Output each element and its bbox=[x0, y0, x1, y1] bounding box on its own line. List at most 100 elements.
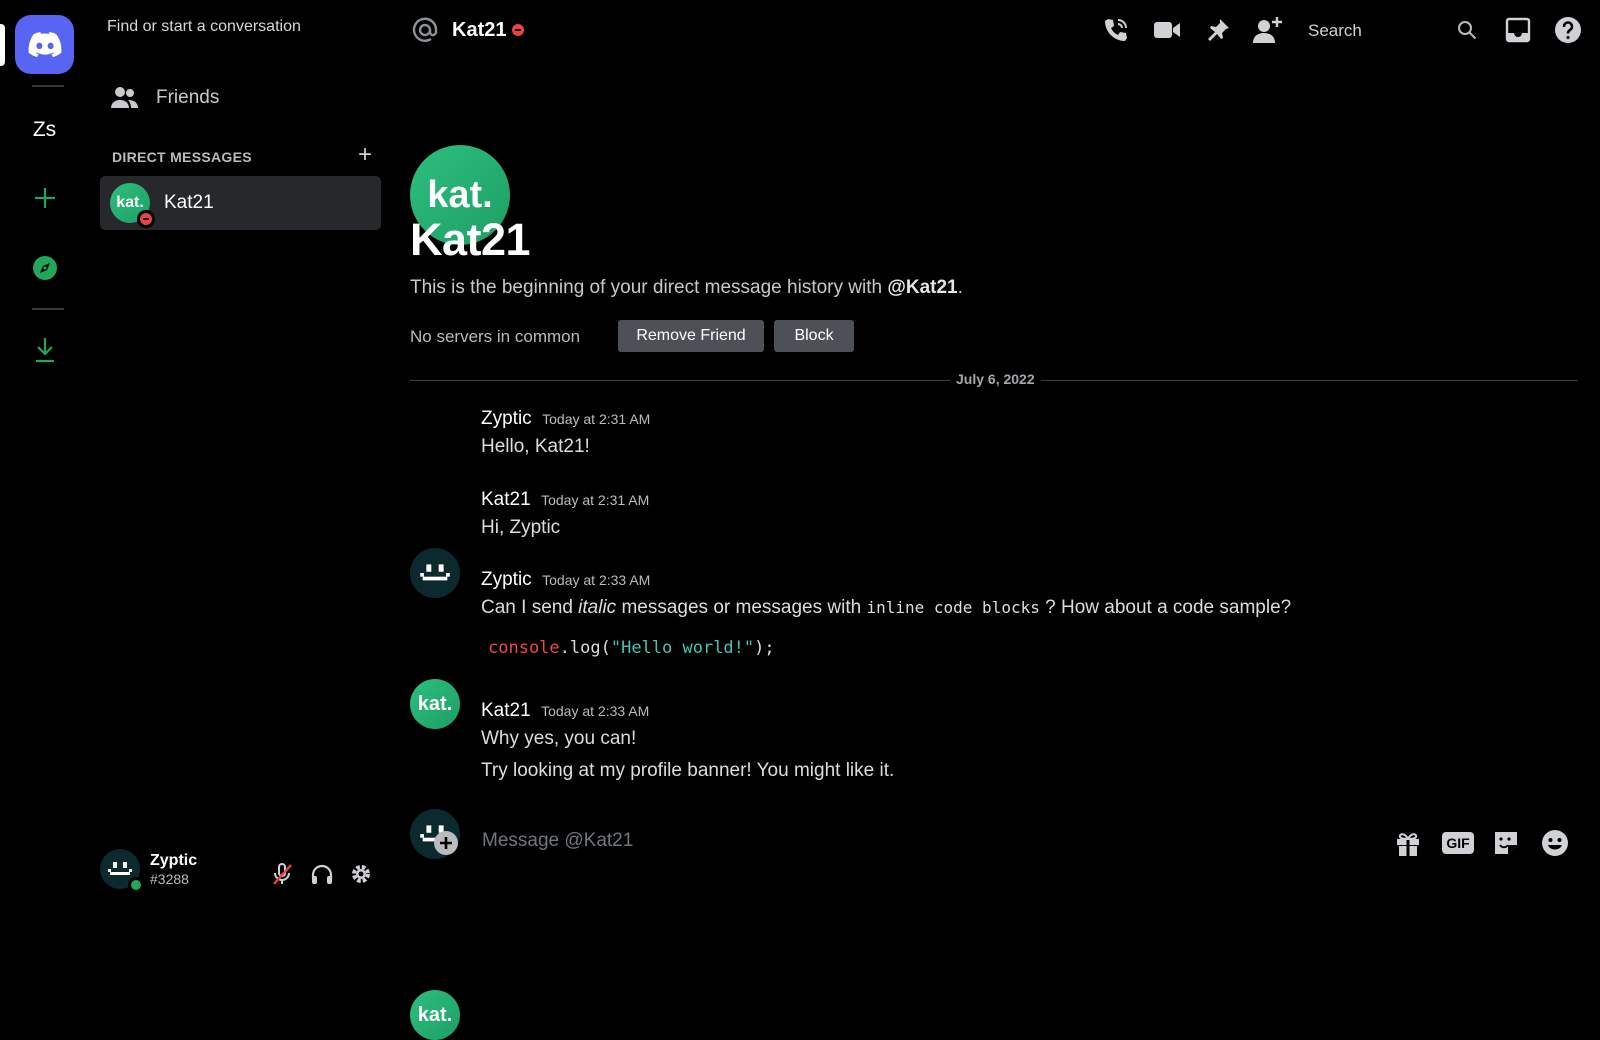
dnd-status-icon bbox=[137, 210, 155, 228]
server-initials: Zs bbox=[32, 117, 57, 141]
pinned-messages-button[interactable] bbox=[1200, 12, 1236, 48]
channel-title: Kat21 bbox=[452, 19, 507, 41]
welcome-title: Kat21 bbox=[410, 214, 531, 265]
message-text-part: ? How about a code sample? bbox=[1039, 597, 1292, 618]
download-apps-button[interactable] bbox=[15, 320, 74, 379]
help-button[interactable] bbox=[1550, 12, 1586, 48]
user-settings-button[interactable] bbox=[345, 858, 377, 890]
message-text-part: messages or messages with bbox=[616, 597, 867, 618]
message-timestamp: Today at 2:33 AM bbox=[541, 703, 650, 719]
dm-sidebar bbox=[88, 0, 388, 900]
block-button[interactable]: Block bbox=[774, 320, 854, 352]
code-block: console.log("Hello world!"); bbox=[488, 638, 775, 658]
avatar-text: kat. bbox=[116, 194, 144, 211]
search-box[interactable]: Search bbox=[1308, 21, 1362, 41]
bot-face-icon bbox=[108, 862, 132, 875]
search-icon[interactable] bbox=[1449, 12, 1485, 48]
message-author[interactable]: Kat21 bbox=[481, 700, 531, 721]
find-conversation-button[interactable]: Find or start a conversation bbox=[107, 18, 301, 36]
explore-button[interactable] bbox=[15, 238, 74, 297]
message-input[interactable] bbox=[480, 829, 1344, 853]
add-server-button[interactable] bbox=[15, 168, 74, 227]
create-dm-button[interactable]: + bbox=[358, 142, 372, 168]
message-content: Try looking at my profile banner! You mi… bbox=[481, 760, 895, 781]
sticker-button[interactable] bbox=[1488, 825, 1524, 861]
friends-icon bbox=[111, 87, 138, 108]
at-icon bbox=[407, 12, 443, 48]
deafen-button[interactable] bbox=[306, 858, 338, 890]
server-zs[interactable]: Zs bbox=[15, 100, 74, 159]
message-author[interactable]: Kat21 bbox=[481, 489, 531, 510]
user-avatar[interactable] bbox=[100, 849, 144, 893]
inline-code: inline code blocks bbox=[866, 598, 1040, 617]
message-timestamp: Today at 2:33 AM bbox=[542, 572, 651, 588]
message-avatar[interactable]: kat. bbox=[410, 679, 460, 729]
inbox-icon bbox=[1505, 17, 1531, 43]
emoji-icon bbox=[1542, 830, 1568, 856]
emoji-button[interactable] bbox=[1537, 825, 1573, 861]
online-status-icon bbox=[128, 877, 144, 893]
help-icon bbox=[1555, 17, 1581, 43]
add-friend-to-dm-button[interactable] bbox=[1250, 12, 1286, 48]
message-content: Hello, Kat21! bbox=[481, 436, 590, 457]
welcome-text-suffix: . bbox=[957, 277, 963, 298]
gift-button[interactable] bbox=[1390, 825, 1426, 861]
discord-logo-icon bbox=[28, 31, 61, 57]
voice-call-icon bbox=[1105, 19, 1127, 41]
mute-button[interactable] bbox=[266, 858, 298, 890]
user-tag: #3288 bbox=[150, 871, 189, 887]
dnd-status-icon bbox=[512, 24, 524, 36]
message-content: Can I send italic messages or messages w… bbox=[481, 597, 1291, 619]
rail-separator bbox=[32, 308, 64, 310]
sidebar-item-friends[interactable]: Friends bbox=[110, 78, 380, 118]
message-content: Why yes, you can! bbox=[481, 728, 637, 749]
start-voice-call-button[interactable] bbox=[1098, 12, 1134, 48]
explore-compass-icon bbox=[32, 255, 57, 280]
rail-separator bbox=[32, 85, 64, 87]
gif-button[interactable]: GIF bbox=[1440, 825, 1476, 861]
pinned-icon bbox=[1208, 19, 1229, 41]
avatar-text: kat. bbox=[427, 173, 493, 216]
add-friend-icon bbox=[1253, 17, 1282, 43]
message-avatar[interactable]: kat. bbox=[410, 990, 460, 1040]
remove-friend-button[interactable]: Remove Friend bbox=[618, 320, 764, 352]
friends-label: Friends bbox=[156, 87, 220, 108]
message-text-part: Can I send bbox=[481, 597, 579, 618]
message-timestamp: Today at 2:31 AM bbox=[541, 492, 650, 508]
microphone-muted-icon bbox=[273, 863, 292, 885]
gift-icon bbox=[1397, 833, 1419, 856]
video-call-icon bbox=[1154, 22, 1180, 38]
selected-pill bbox=[0, 24, 5, 66]
start-video-call-button[interactable] bbox=[1149, 12, 1185, 48]
gear-icon bbox=[352, 865, 370, 883]
code-token-end: ); bbox=[754, 638, 775, 658]
message-header: Kat21 Today at 2:33 AM bbox=[481, 700, 649, 722]
message-header: Kat21 Today at 2:31 AM bbox=[481, 489, 649, 511]
dm-item-kat21[interactable]: kat. Kat21 bbox=[100, 176, 381, 230]
plus-circle-icon bbox=[434, 831, 458, 855]
message-avatar[interactable] bbox=[410, 548, 460, 598]
chat-header bbox=[400, 0, 1600, 60]
message-header: Zyptic Today at 2:31 AM bbox=[481, 408, 650, 430]
welcome-text-prefix: This is the beginning of your direct mes… bbox=[410, 277, 888, 298]
dm-item-name: Kat21 bbox=[164, 192, 214, 213]
avatar: kat. bbox=[110, 183, 155, 228]
inbox-button[interactable] bbox=[1500, 12, 1536, 48]
sticker-icon bbox=[1495, 832, 1517, 854]
code-token-call: .log( bbox=[559, 638, 611, 658]
bot-face-icon bbox=[420, 564, 450, 581]
welcome-text: This is the beginning of your direct mes… bbox=[410, 277, 963, 299]
dm-section-header: DIRECT MESSAGES bbox=[112, 149, 252, 165]
message-italic: italic bbox=[578, 597, 617, 618]
avatar-text: kat. bbox=[417, 692, 453, 715]
message-author[interactable]: Zyptic bbox=[481, 569, 532, 590]
message-author[interactable]: Zyptic bbox=[481, 408, 532, 429]
headphones-icon bbox=[311, 864, 333, 884]
date-divider-label: July 6, 2022 bbox=[950, 371, 1041, 387]
message-header: Zyptic Today at 2:33 AM bbox=[481, 569, 650, 591]
welcome-handle: @Kat21 bbox=[887, 277, 958, 298]
home-button[interactable] bbox=[15, 15, 74, 74]
message-content: Hi, Zyptic bbox=[481, 517, 561, 538]
mutual-servers-text: No servers in common bbox=[410, 327, 581, 346]
attach-button[interactable] bbox=[428, 825, 464, 861]
